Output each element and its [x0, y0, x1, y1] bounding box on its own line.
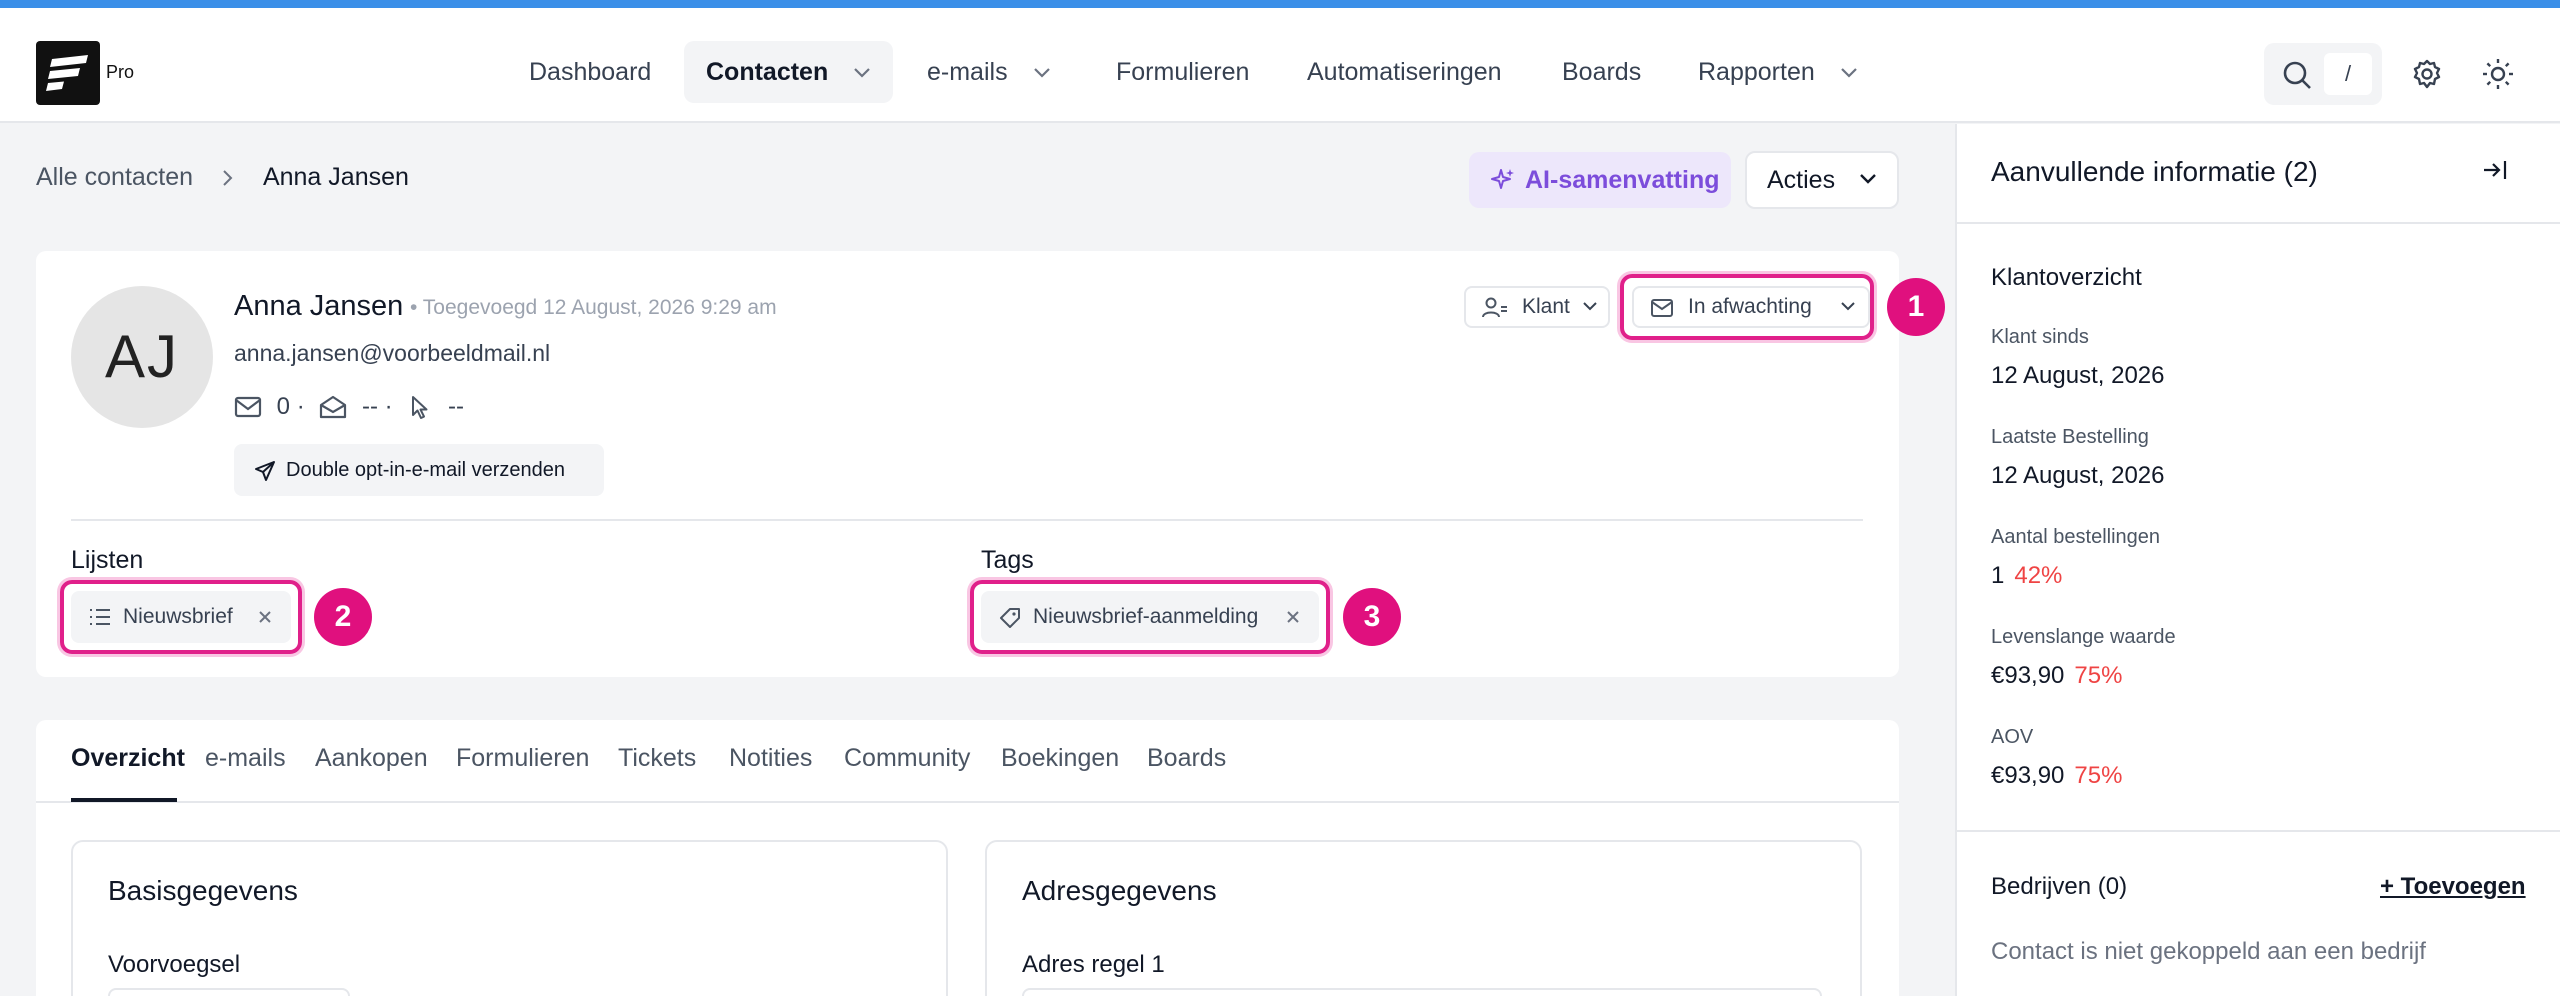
- side-panel-header-divider: [1955, 222, 2560, 224]
- tab-formulieren[interactable]: Formulieren: [456, 744, 589, 773]
- chevron-down-icon: [1583, 302, 1597, 311]
- mail-icon: [1651, 299, 1673, 317]
- list-chip-nieuwsbrief[interactable]: Nieuwsbrief: [71, 591, 291, 643]
- nav-contacten[interactable]: Contacten: [684, 41, 894, 103]
- nav-dashboard[interactable]: Dashboard: [507, 41, 673, 103]
- subscription-status-dropdown[interactable]: In afwachting: [1632, 286, 1870, 328]
- sparkle-icon: [1491, 169, 1514, 189]
- tab-boekingen[interactable]: Boekingen: [1001, 744, 1119, 773]
- user-list-icon: [1482, 297, 1507, 318]
- companies-title: Bedrijven (0): [1991, 873, 2128, 900]
- lifetime-value-label: Levenslange waarde: [1991, 626, 2176, 648]
- tag-icon: [1000, 608, 1020, 628]
- tab-aankopen[interactable]: Aankopen: [315, 744, 428, 773]
- order-count-value: 1 42%: [1991, 562, 2063, 589]
- tags-label: Tags: [981, 546, 1034, 574]
- ai-summary-button[interactable]: AI-samenvatting: [1469, 152, 1731, 208]
- emails-opened-count: -- ·: [362, 392, 393, 420]
- customer-overview-title: Klantoverzicht: [1991, 264, 2142, 291]
- aov-percent: 75%: [2074, 762, 2123, 789]
- send-icon: [255, 461, 275, 481]
- chevron-down-icon: [1841, 302, 1855, 311]
- side-panel-divider: [1955, 830, 2560, 832]
- chevron-right-icon: [223, 170, 233, 187]
- address-line1-input[interactable]: [1022, 988, 1822, 996]
- contact-added-date: • Toegevoegd 12 August, 2026 9:29 am: [410, 296, 777, 319]
- nav-boards[interactable]: Boards: [1540, 41, 1663, 103]
- nav-rapporten[interactable]: Rapporten: [1676, 41, 1880, 103]
- order-count-percent: 42%: [2014, 562, 2063, 589]
- top-accent-stripe: [0, 0, 2560, 8]
- contact-type-dropdown[interactable]: Klant: [1464, 286, 1610, 328]
- side-panel-title: Aanvullende informatie (2): [1991, 156, 2318, 187]
- tab-notities[interactable]: Notities: [729, 744, 812, 773]
- contact-name: Anna Jansen: [234, 290, 404, 322]
- collapse-panel-icon[interactable]: [2482, 158, 2508, 182]
- mail-icon: [234, 396, 262, 417]
- basic-info-title: Basisgegevens: [108, 875, 298, 906]
- tab-boards[interactable]: Boards: [1147, 744, 1226, 773]
- customer-since-label: Klant sinds: [1991, 326, 2089, 348]
- chevron-down-icon: [1840, 68, 1857, 78]
- chevron-down-icon: [1033, 68, 1050, 78]
- customer-since-value: 12 August, 2026: [1991, 362, 2165, 389]
- breadcrumb: Alle contacten Anna Jansen: [36, 163, 409, 192]
- lifetime-value-value: €93,90 75%: [1991, 662, 2123, 689]
- additional-info-panel: [1955, 124, 2560, 996]
- tab-tickets[interactable]: Tickets: [618, 744, 696, 773]
- last-order-label: Laatste Bestelling: [1991, 426, 2149, 448]
- emails-sent-count: 0 ·: [276, 392, 305, 420]
- contact-email: anna.jansen@voorbeeldmail.nl: [234, 340, 551, 366]
- add-company-link[interactable]: + Toevoegen: [2380, 873, 2526, 901]
- send-double-optin-button[interactable]: Double opt-in-e-mail verzenden: [234, 444, 604, 496]
- last-order-value: 12 August, 2026: [1991, 462, 2165, 489]
- address-line1-label: Adres regel 1: [1022, 951, 1165, 978]
- prefix-label: Voorvoegsel: [108, 951, 241, 978]
- chevron-down-icon: [1860, 174, 1876, 184]
- tab-emails[interactable]: e-mails: [205, 744, 286, 773]
- order-count-label: Aantal bestellingen: [1991, 526, 2161, 548]
- emails-clicked-count: --: [448, 392, 465, 420]
- callout-number-3: 3: [1343, 588, 1401, 646]
- actions-dropdown-button[interactable]: Acties: [1745, 151, 1899, 209]
- tab-overzicht[interactable]: Overzicht: [71, 744, 185, 773]
- list-icon: [90, 609, 110, 625]
- address-title: Adresgegevens: [1022, 875, 1217, 906]
- nav-automatiseringen[interactable]: Automatiseringen: [1285, 41, 1524, 103]
- breadcrumb-current: Anna Jansen: [262, 163, 409, 191]
- chevron-down-icon: [854, 68, 870, 78]
- email-stats: 0 · -- · --: [234, 392, 464, 424]
- avatar: AJ: [71, 286, 213, 428]
- remove-tag-icon[interactable]: [1285, 609, 1301, 625]
- search-button[interactable]: /: [2264, 43, 2382, 105]
- search-icon: [2283, 61, 2311, 89]
- callout-number-2: 2: [314, 588, 372, 646]
- tag-chip-nieuwsbrief-aanmelding[interactable]: Nieuwsbrief-aanmelding: [981, 591, 1319, 643]
- top-navigation: Pro Dashboard Contacten e-mails Formulie…: [0, 8, 2560, 123]
- nav-formulieren[interactable]: Formulieren: [1094, 41, 1271, 103]
- aov-value: €93,90 75%: [1991, 762, 2123, 789]
- remove-list-icon[interactable]: [257, 609, 273, 625]
- mail-open-icon: [320, 395, 347, 418]
- callout-number-1: 1: [1887, 278, 1945, 336]
- search-shortcut-key: /: [2324, 53, 2372, 95]
- nav-emails[interactable]: e-mails: [905, 41, 1073, 103]
- settings-gear-icon[interactable]: [2411, 58, 2443, 90]
- lifetime-value-percent: 75%: [2074, 662, 2123, 689]
- tabs-divider: [36, 801, 1899, 803]
- breadcrumb-all-contacts[interactable]: Alle contacten: [36, 163, 193, 191]
- theme-sun-icon[interactable]: [2482, 58, 2514, 90]
- lists-label: Lijsten: [71, 546, 144, 574]
- prefix-select[interactable]: [108, 988, 350, 996]
- aov-label: AOV: [1991, 726, 2034, 748]
- tab-community[interactable]: Community: [844, 744, 970, 773]
- cursor-click-icon: [412, 395, 428, 419]
- active-tab-indicator: [71, 798, 177, 802]
- no-company-text: Contact is niet gekoppeld aan een bedrij…: [1991, 938, 2426, 965]
- profile-divider: [71, 519, 1863, 521]
